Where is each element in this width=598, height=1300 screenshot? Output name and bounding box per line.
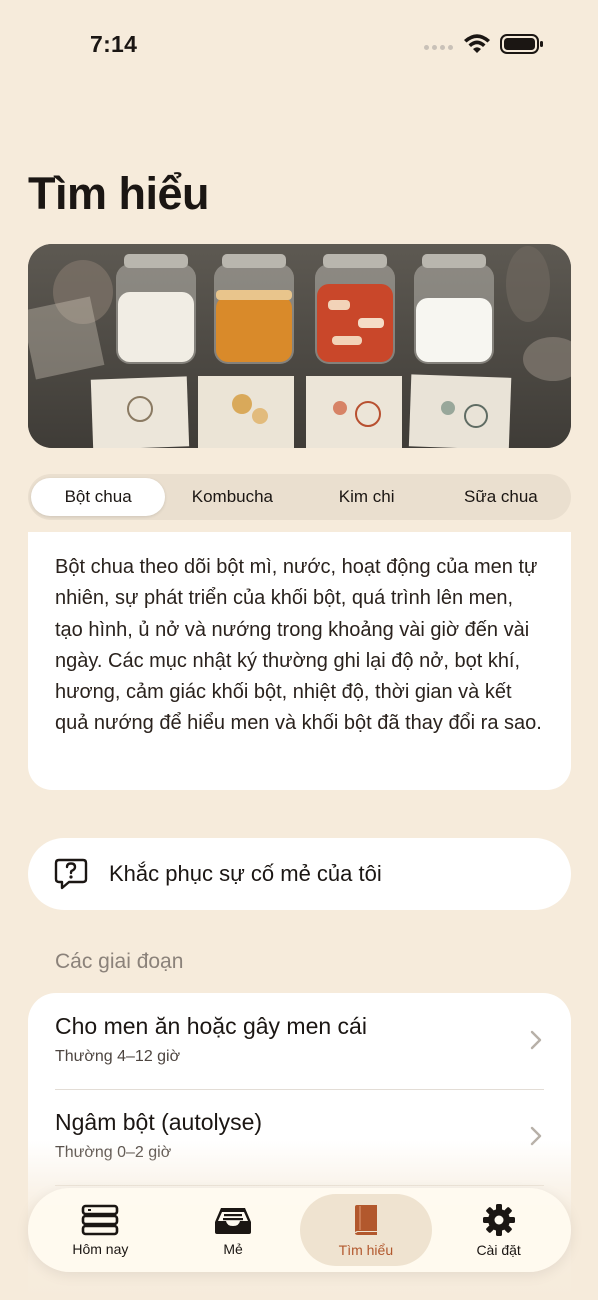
gear-icon: [482, 1203, 515, 1236]
description-text: Bột chua theo dõi bột mì, nước, hoạt độn…: [55, 556, 542, 735]
cellular-signal-icon: [424, 45, 453, 50]
segment-kimchi[interactable]: Kim chi: [300, 478, 434, 516]
segment-yogurt[interactable]: Sữa chua: [434, 478, 568, 516]
stage-row[interactable]: Ngâm bột (autolyse) Thường 0–2 giờ: [28, 1089, 571, 1185]
book-icon: [354, 1204, 377, 1235]
tab-settings-label: Cài đặt: [476, 1241, 521, 1258]
page-title: Tìm hiểu: [28, 168, 210, 219]
tab-batches-label: Mẻ: [223, 1240, 243, 1257]
stages-section-title: Các giai đoạn: [55, 950, 184, 973]
tab-bar: Hôm nay Mẻ Tìm hiểu Cài đặt: [28, 1188, 571, 1272]
stage-title: Ngâm bột (autolyse): [55, 1109, 263, 1135]
chevron-right-icon: [530, 1030, 542, 1050]
tray-icon: [215, 1207, 252, 1234]
segment-kombucha[interactable]: Kombucha: [165, 478, 299, 516]
status-bar: 7:14: [0, 0, 598, 90]
tab-today[interactable]: Hôm nay: [34, 1194, 167, 1266]
chevron-right-icon: [530, 1126, 542, 1146]
troubleshoot-label: Khắc phục sự cố mẻ của tôi: [109, 861, 382, 886]
troubleshoot-button[interactable]: Khắc phục sự cố mẻ của tôi: [28, 838, 571, 910]
stage-duration: Thường 0–2 giờ: [55, 1144, 172, 1161]
stage-row[interactable]: Cho men ăn hoặc gây men cái Thường 4–12 …: [28, 993, 571, 1089]
status-time: 7:14: [90, 31, 138, 57]
hero-image: [28, 244, 571, 448]
tab-settings[interactable]: Cài đặt: [432, 1194, 565, 1266]
wifi-icon: [464, 34, 490, 53]
segment-sourdough[interactable]: Bột chua: [31, 478, 166, 516]
battery-icon: [500, 34, 543, 54]
tab-learn[interactable]: Tìm hiểu: [299, 1194, 433, 1266]
today-list-icon: [82, 1204, 119, 1235]
stage-title: Cho men ăn hoặc gây men cái: [55, 1013, 367, 1039]
question-bubble-icon: [54, 858, 88, 890]
stage-duration: Thường 4–12 giờ: [55, 1048, 181, 1065]
tab-today-label: Hôm nay: [72, 1240, 129, 1257]
tab-learn-label: Tìm hiểu: [338, 1241, 394, 1258]
description-card: Bột chua theo dõi bột mì, nước, hoạt độn…: [28, 532, 571, 790]
tab-batches[interactable]: Mẻ: [167, 1194, 300, 1266]
fermentation-type-selector: Bột chua Kombucha Kim chi Sữa chua: [28, 474, 571, 520]
